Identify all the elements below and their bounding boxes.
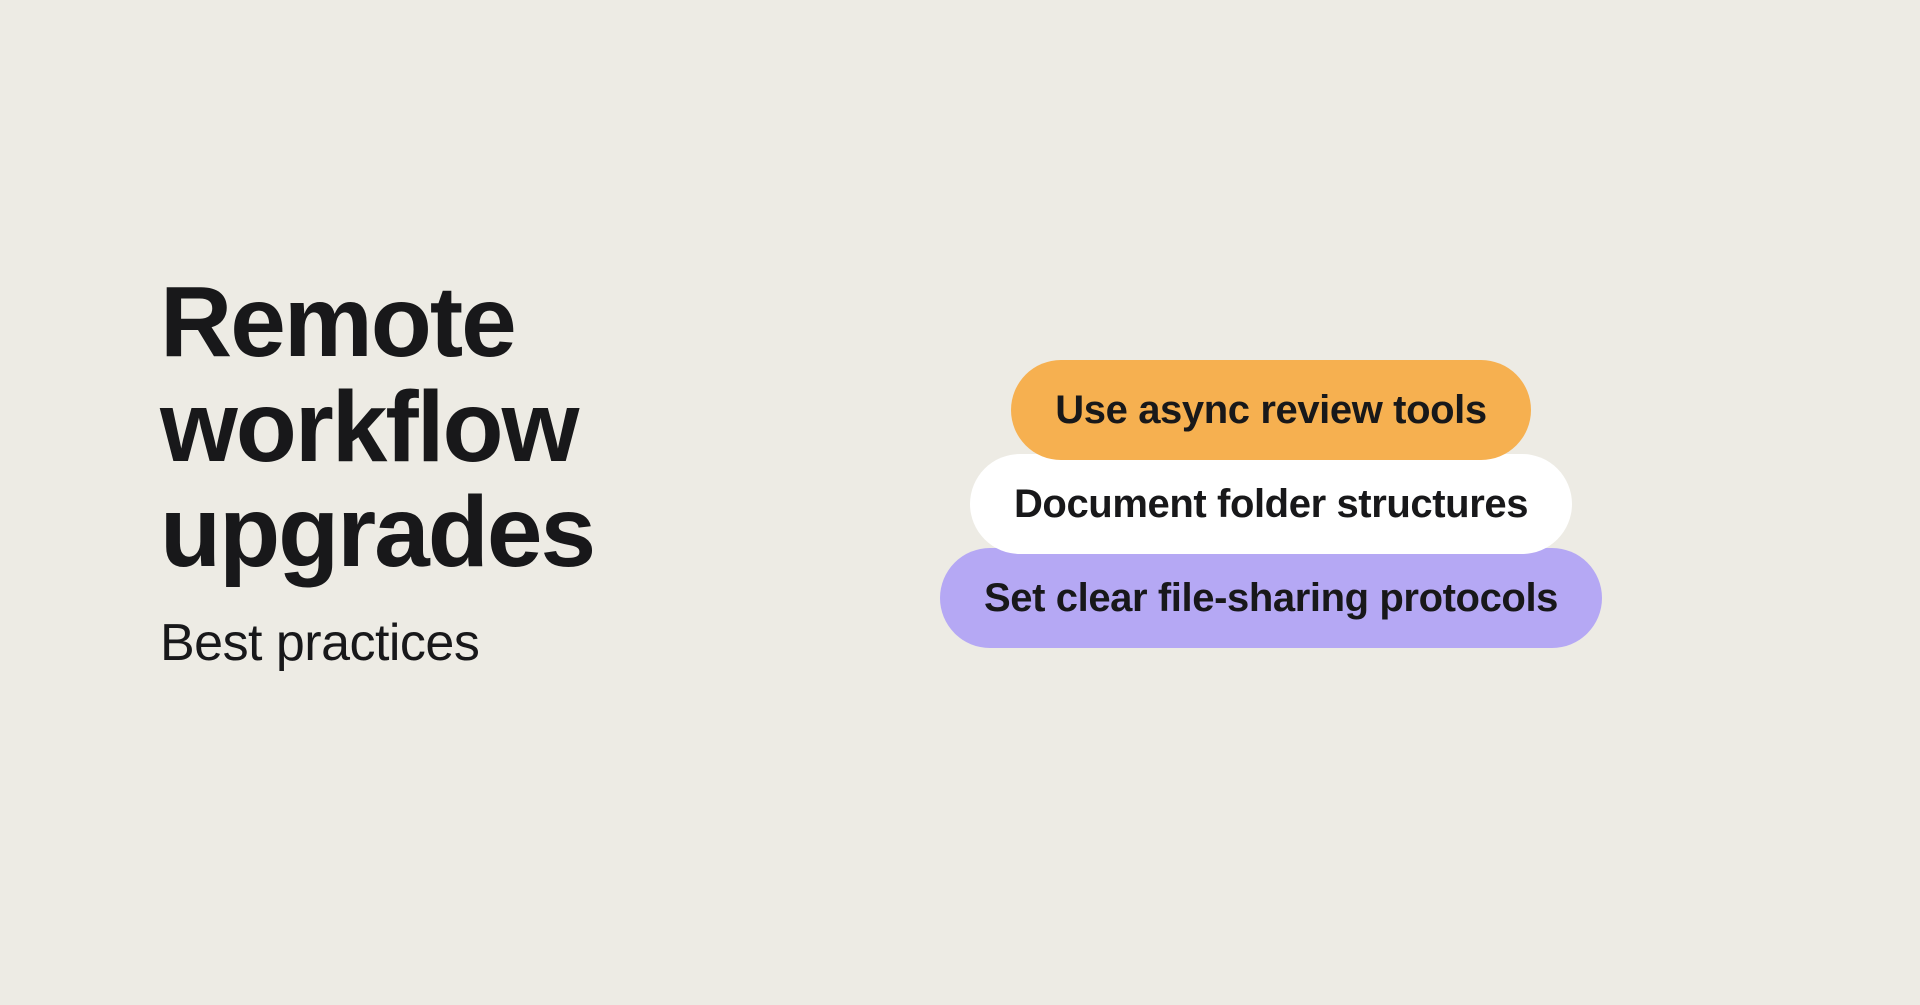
pill-file-sharing: Set clear file-sharing protocols [940,548,1602,648]
headline-line-3: upgrades [160,480,594,585]
headline: Remote workflow upgrades [160,270,594,585]
pill-async-tools: Use async review tools [1011,360,1530,460]
left-column: Remote workflow upgrades Best practices [160,270,594,673]
headline-line-2: workflow [160,375,594,480]
content-container: Remote workflow upgrades Best practices [160,270,594,673]
pill-document-structures: Document folder structures [970,454,1572,554]
pill-stack: Use async review tools Document folder s… [940,360,1602,648]
headline-line-1: Remote [160,270,594,375]
subtitle: Best practices [160,613,594,673]
pill-label: Use async review tools [1055,388,1486,433]
pill-label: Document folder structures [1014,482,1528,527]
pill-label: Set clear file-sharing protocols [984,576,1558,621]
